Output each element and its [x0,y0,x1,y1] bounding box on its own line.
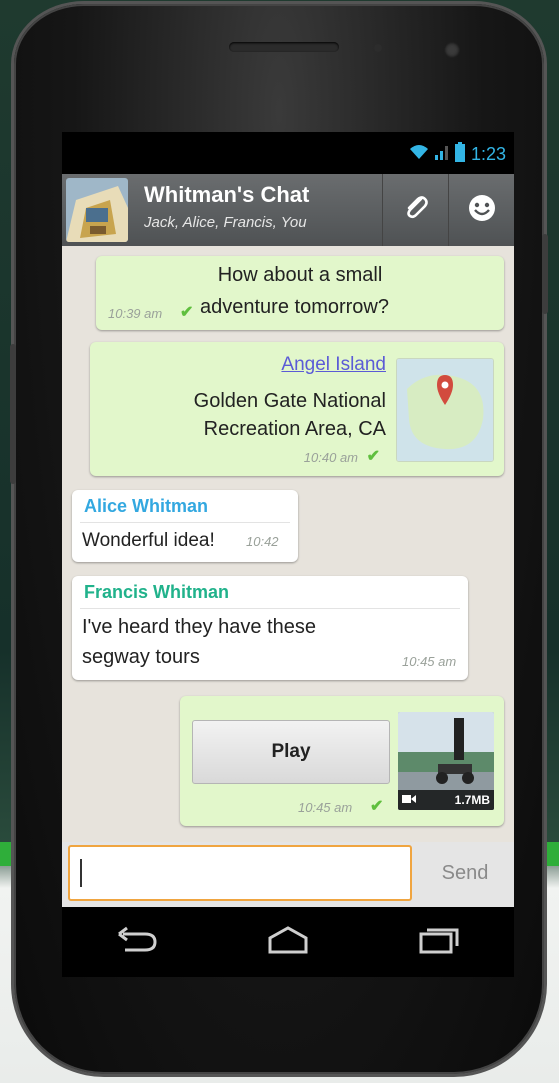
message-time: 10:42 [246,534,279,549]
volume-button [10,344,16,484]
location-address-line1: Golden Gate National [193,390,386,412]
phone-frame: 1:23 Whitman's Chat Jack, Alice, Francis… [10,4,548,1074]
send-button[interactable]: Send [418,845,512,901]
video-file-size: 1.7MB [454,793,490,807]
message-text-line2: segway tours [82,646,200,668]
chat-header: Whitman's Chat Jack, Alice, Francis, You [62,174,514,247]
message-incoming[interactable]: Alice Whitman Wonderful idea! 10:42 [72,490,298,562]
earpiece-speaker [229,42,339,52]
attach-button[interactable] [382,174,449,246]
message-location[interactable]: Angel Island Golden Gate National Recrea… [90,342,504,476]
video-camera-icon [402,791,416,809]
phone-screen: 1:23 Whitman's Chat Jack, Alice, Francis… [62,132,514,907]
sender-name: Alice Whitman [84,496,209,516]
status-bar: 1:23 [62,132,514,174]
navigation-bar [62,907,514,977]
front-camera [444,42,460,58]
message-list[interactable]: How about a small adventure tomorrow? 10… [62,246,514,842]
emoji-button[interactable] [448,174,514,246]
battery-icon [454,142,465,167]
message-video[interactable]: Play 10:45 am ✔ 1.7MB [180,696,504,826]
chat-participants[interactable]: Jack, Alice, Francis, You [144,214,307,231]
home-icon[interactable] [264,925,312,959]
text-cursor [80,859,82,887]
message-outgoing[interactable]: How about a small adventure tomorrow? 10… [96,256,504,330]
composer-bar: Send [62,842,514,907]
check-icon: ✔ [180,304,194,321]
location-address-line2: Recreation Area, CA [203,418,386,440]
video-thumbnail[interactable]: 1.7MB [398,712,494,810]
map-thumbnail[interactable] [396,358,494,462]
message-time: 10:45 am [298,800,353,815]
chat-title[interactable]: Whitman's Chat [144,182,309,208]
message-input[interactable] [68,845,412,901]
message-time: 10:39 am [108,306,163,321]
proximity-sensor [374,44,382,52]
check-icon: ✔ [366,448,380,465]
divider [80,608,460,609]
sender-name: Francis Whitman [84,582,230,602]
message-text: Wonderful idea! [82,530,215,551]
recent-apps-icon[interactable] [417,926,461,959]
message-text-line2: adventure tomorrow? [200,296,389,318]
status-time: 1:23 [470,144,506,164]
signal-icon [434,144,449,165]
paperclip-icon [401,193,431,228]
smiley-icon [467,193,497,228]
wifi-icon [409,144,429,165]
message-text-line1: I've heard they have these [82,616,316,638]
message-incoming[interactable]: Francis Whitman I've heard they have the… [72,576,468,680]
divider [80,522,290,523]
play-button[interactable]: Play [192,720,390,784]
location-link[interactable]: Angel Island [281,354,386,376]
message-time: 10:45 am [402,654,457,669]
message-text-line1: How about a small [217,264,383,286]
power-button [542,234,548,314]
group-avatar[interactable] [66,178,128,242]
check-icon: ✔ [370,798,384,815]
back-icon[interactable] [115,926,159,959]
message-time: 10:40 am [303,450,358,465]
